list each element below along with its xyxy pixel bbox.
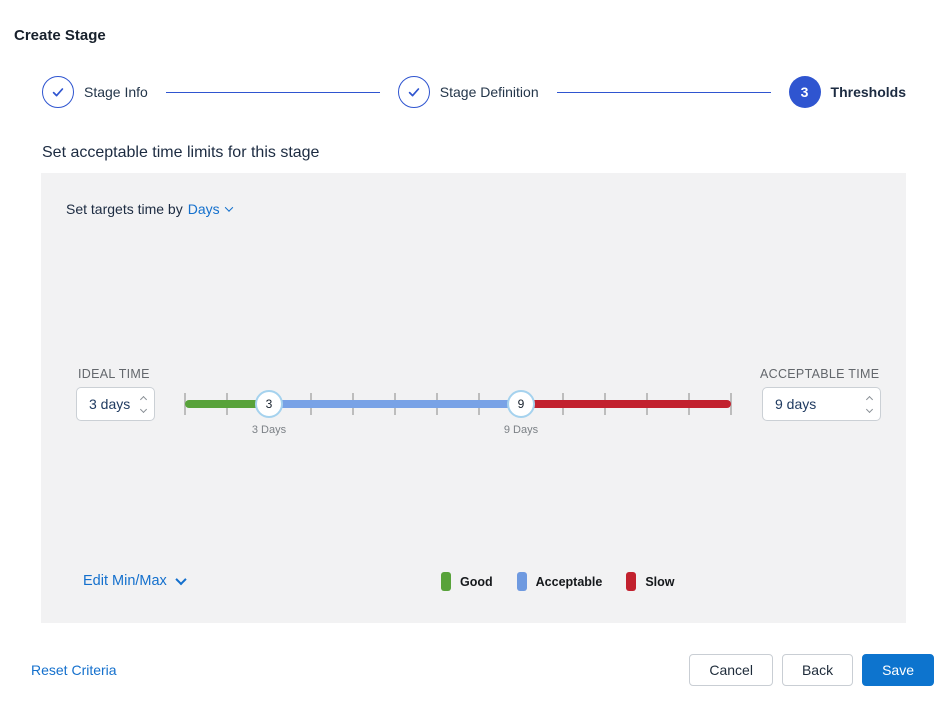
reset-criteria-link[interactable]: Reset Criteria [31,662,117,678]
slider-segment-slow [521,400,731,408]
acceptable-time-input[interactable] [775,396,863,412]
step-stage-info[interactable]: Stage Info [42,76,148,108]
thresholds-panel: Set targets time by Days IDEAL TIME ACCE… [41,173,906,623]
chevron-down-icon [175,574,186,585]
spinner-arrows[interactable] [867,397,872,412]
slider-handle-acceptable[interactable]: 9 [507,390,535,418]
chevron-down-icon [224,203,232,211]
step-stage-definition[interactable]: Stage Definition [398,76,539,108]
targets-prefix: Set targets time by [66,201,183,217]
time-slider[interactable]: 3 9 3 Days 9 Days [185,380,731,444]
edit-minmax-label: Edit Min/Max [83,573,167,589]
save-button[interactable]: Save [862,654,934,686]
stepper-connector [557,92,771,93]
section-heading: Set acceptable time limits for this stag… [42,144,319,162]
targets-time-row: Set targets time by Days [66,201,232,217]
legend-item-slow: Slow [626,572,674,591]
chevron-down-icon [866,405,873,412]
step-number-badge: 3 [789,76,821,108]
step-label: Thresholds [831,84,906,100]
slider-handle-label: 9 Days [504,424,538,436]
unit-dropdown[interactable]: Days [188,201,232,217]
acceptable-time-label: ACCEPTABLE TIME [760,367,879,381]
check-circle-icon [42,76,74,108]
step-label: Stage Definition [440,84,539,100]
cancel-button[interactable]: Cancel [689,654,773,686]
chevron-up-icon [866,395,873,402]
edit-minmax-toggle[interactable]: Edit Min/Max [83,573,185,589]
slow-swatch-icon [626,572,636,591]
ideal-time-input[interactable] [89,396,137,412]
check-circle-icon [398,76,430,108]
stepper-connector [166,92,380,93]
slider-segment-acceptable [269,400,521,408]
dialog-footer: Reset Criteria Cancel Back Save [31,654,934,686]
footer-buttons: Cancel Back Save [689,654,934,686]
slider-handle-label: 3 Days [252,424,286,436]
ideal-time-stepper[interactable] [76,387,155,421]
ideal-time-label: IDEAL TIME [78,367,150,381]
stepper: Stage Info Stage Definition 3 Thresholds [42,76,906,108]
step-thresholds[interactable]: 3 Thresholds [789,76,906,108]
acceptable-time-stepper[interactable] [762,387,881,421]
page-title: Create Stage [14,27,106,44]
spinner-arrows[interactable] [141,397,146,412]
legend-label: Good [460,575,493,589]
chevron-down-icon [140,405,147,412]
acceptable-swatch-icon [517,572,527,591]
unit-dropdown-value: Days [188,201,220,217]
chevron-up-icon [140,395,147,402]
legend-label: Acceptable [536,575,603,589]
step-label: Stage Info [84,84,148,100]
slider-handle-ideal[interactable]: 3 [255,390,283,418]
create-stage-dialog: Create Stage Stage Info Stage Definition… [0,0,949,701]
slider-legend: Good Acceptable Slow [441,572,675,591]
back-button[interactable]: Back [782,654,853,686]
legend-item-acceptable: Acceptable [517,572,603,591]
good-swatch-icon [441,572,451,591]
legend-item-good: Good [441,572,493,591]
legend-label: Slow [645,575,674,589]
